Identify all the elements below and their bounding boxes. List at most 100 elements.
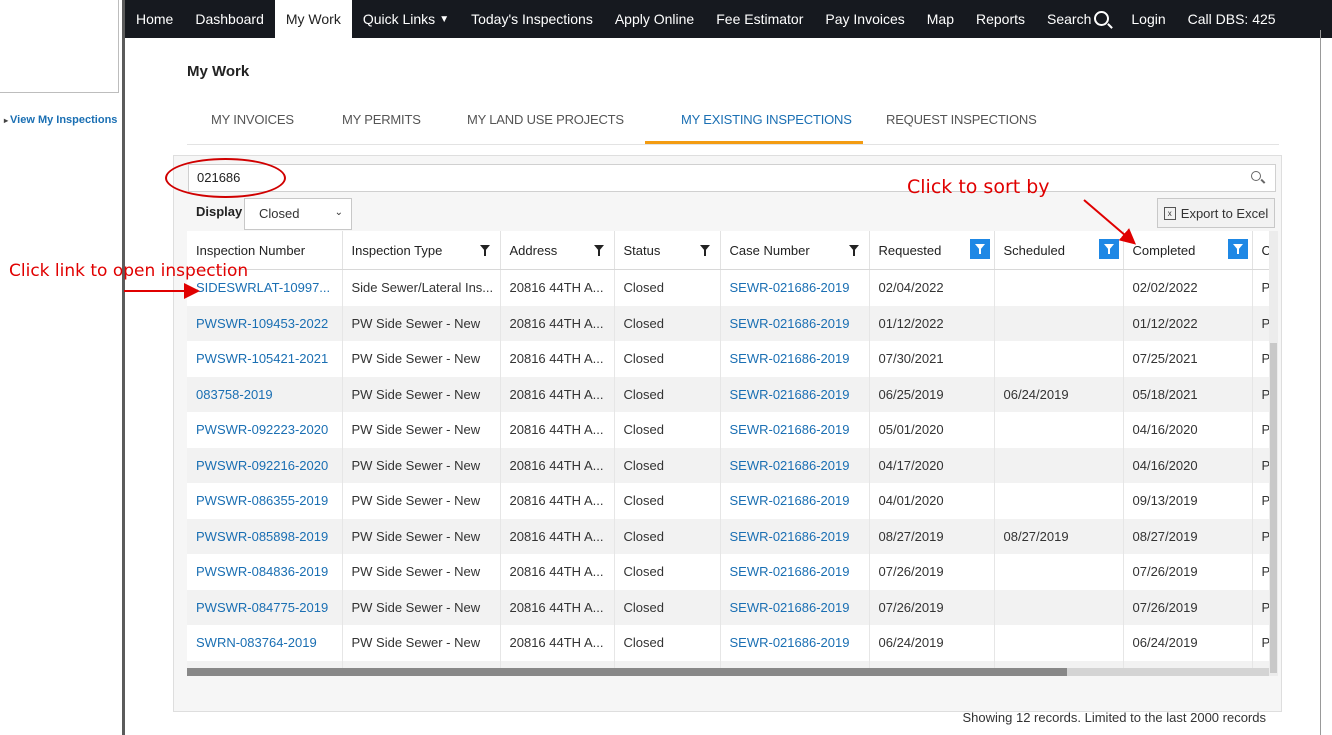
inspection-number-link[interactable]: SWRN-083764-2019 [187, 625, 343, 661]
table-cell: 01/12/2022 [1123, 305, 1253, 341]
display-select[interactable]: Closed ⌄ [244, 198, 352, 230]
nav-reports[interactable]: Reports [965, 0, 1036, 38]
caret-down-icon: ▼ [439, 13, 450, 25]
column-header-scheduled[interactable]: Scheduled [994, 231, 1124, 270]
view-my-inspections-link[interactable]: ▸ View My Inspections [4, 114, 117, 126]
column-header-requested[interactable]: Requested [869, 231, 995, 270]
search-icon[interactable] [1251, 171, 1261, 181]
tab-my-permits[interactable]: MY PERMITS [342, 112, 421, 127]
nav-my-work-label: My Work [285, 11, 341, 27]
view-my-inspections-label: View My Inspections [10, 114, 118, 126]
case-number-link[interactable]: SEWR-021686-2019 [720, 447, 870, 483]
export-to-excel-button[interactable]: x Export to Excel [1157, 198, 1275, 228]
table-row[interactable]: SIDESWRLAT-10997... Side Sewer/Lateral In… [187, 269, 1269, 306]
column-header-label: Inspection Type [351, 242, 443, 258]
table-cell: 07/30/2021 [869, 341, 995, 377]
inspection-number-link[interactable]: PWSWR-086355-2019 [187, 483, 343, 519]
inspection-number-link[interactable]: PWSWR-105421-2021 [187, 341, 343, 377]
table-row[interactable]: 083758-2019 PW Side Sewer - New 20816 44TH… [187, 376, 1269, 412]
vertical-scrollbar-thumb[interactable] [1270, 343, 1277, 673]
column-header-case-number[interactable]: Case Number [720, 231, 870, 270]
table-row[interactable]: PWSWR-084836-2019 PW Side Sewer - New 2081… [187, 554, 1269, 590]
inspection-number-link[interactable]: PWSWR-084836-2019 [187, 554, 343, 590]
search-highlight-oval [165, 158, 286, 198]
inspection-number-link[interactable]: PWSWR-092216-2020 [187, 447, 343, 483]
table-cell [994, 589, 1124, 625]
filter-icon[interactable] [848, 245, 859, 256]
nav-fee-estimator[interactable]: Fee Estimator [705, 0, 814, 38]
table-row[interactable]: SWRN-083764-2019 PW Side Sewer - New 20816… [187, 625, 1269, 661]
inspection-number-link[interactable]: PWSWR-109453-2022 [187, 305, 343, 341]
nav-todays-inspections[interactable]: Today's Inspections [460, 0, 604, 38]
active-filter-icon[interactable] [969, 239, 990, 259]
table-cell: 20816 44TH A... [500, 554, 615, 590]
case-number-link[interactable]: SEWR-021686-2019 [720, 483, 870, 519]
nav-call-dbs-label: Call DBS: 425 [1187, 11, 1276, 27]
table-body: SIDESWRLAT-10997... Side Sewer/Lateral In… [187, 269, 1269, 671]
filter-icon[interactable] [593, 245, 604, 256]
case-number-link[interactable]: SEWR-021686-2019 [720, 625, 870, 661]
column-header-status[interactable]: Status [614, 231, 721, 270]
inspection-number-link[interactable]: PWSWR-085898-2019 [187, 518, 343, 554]
table-cell: P [1252, 625, 1269, 661]
table-cell [994, 341, 1124, 377]
inspection-number-link[interactable]: 083758-2019 [187, 376, 343, 412]
tab-my-existing-inspections[interactable]: MY EXISTING INSPECTIONS [681, 112, 852, 127]
tab-my-land-use-projects[interactable]: MY LAND USE PROJECTS [467, 112, 624, 127]
page-title: My Work [187, 63, 250, 80]
nav-map[interactable]: Map [916, 0, 965, 38]
table-row[interactable]: PWSWR-086355-2019 PW Side Sewer - New 2081… [187, 483, 1269, 519]
column-header-inspection-type[interactable]: Inspection Type [342, 231, 501, 270]
table-row[interactable]: PWSWR-109453-2022 PW Side Sewer - New 2081… [187, 305, 1269, 341]
table-cell: Closed [614, 447, 721, 483]
search-field[interactable] [188, 164, 1276, 192]
table-row[interactable]: PWSWR-084775-2019 PW Side Sewer - New 2081… [187, 589, 1269, 625]
tab-request-inspections[interactable]: REQUEST INSPECTIONS [886, 112, 1037, 127]
nav-my-work[interactable]: My Work [274, 0, 352, 38]
table-row[interactable]: PWSWR-105421-2021 PW Side Sewer - New 2081… [187, 341, 1269, 377]
nav-call-dbs[interactable]: Call DBS: 425 [1177, 0, 1287, 38]
table-cell: Closed [614, 483, 721, 519]
table-cell [994, 483, 1124, 519]
nav-search[interactable]: Search [1036, 0, 1120, 38]
filter-icon[interactable] [699, 245, 710, 256]
table-cell: 09/13/2019 [1123, 483, 1253, 519]
filter-icon[interactable] [479, 245, 490, 256]
case-number-link[interactable]: SEWR-021686-2019 [720, 412, 870, 448]
active-filter-icon[interactable] [1227, 239, 1248, 259]
tab-bar: MY INVOICES MY PERMITS MY LAND USE PROJE… [187, 104, 1279, 145]
case-number-link[interactable]: SEWR-021686-2019 [720, 376, 870, 412]
table-cell: Closed [614, 376, 721, 412]
table-cell: 20816 44TH A... [500, 305, 615, 341]
table-cell: P [1252, 269, 1269, 306]
vertical-scrollbar[interactable] [1269, 231, 1278, 676]
horizontal-scrollbar-thumb[interactable] [187, 668, 1067, 676]
case-number-link[interactable]: SEWR-021686-2019 [720, 518, 870, 554]
inspection-number-link[interactable]: PWSWR-084775-2019 [187, 589, 343, 625]
case-number-link[interactable]: SEWR-021686-2019 [720, 269, 870, 306]
inspection-number-link[interactable]: PWSWR-092223-2020 [187, 412, 343, 448]
case-number-link[interactable]: SEWR-021686-2019 [720, 554, 870, 590]
chevron-down-icon: ⌄ [334, 207, 343, 218]
horizontal-scrollbar[interactable] [187, 668, 1269, 676]
column-header-c[interactable]: C [1252, 231, 1269, 270]
nav-dashboard[interactable]: Dashboard [184, 0, 275, 38]
nav-login[interactable]: Login [1120, 0, 1176, 38]
table-cell: 06/24/2019 [994, 376, 1124, 412]
table-cell: P [1252, 341, 1269, 377]
table-row[interactable]: PWSWR-092216-2020 PW Side Sewer - New 2081… [187, 447, 1269, 483]
nav-pay-invoices[interactable]: Pay Invoices [814, 0, 915, 38]
case-number-link[interactable]: SEWR-021686-2019 [720, 589, 870, 625]
nav-home[interactable]: Home [125, 0, 184, 38]
active-filter-icon[interactable] [1098, 239, 1119, 259]
table-cell: Closed [614, 269, 721, 306]
column-header-address[interactable]: Address [500, 231, 615, 270]
nav-apply-online[interactable]: Apply Online [604, 0, 705, 38]
case-number-link[interactable]: SEWR-021686-2019 [720, 341, 870, 377]
column-header-completed[interactable]: Completed [1123, 231, 1253, 270]
table-row[interactable]: PWSWR-092223-2020 PW Side Sewer - New 2081… [187, 412, 1269, 448]
nav-quick-links[interactable]: Quick Links ▼ [352, 0, 460, 38]
tab-my-invoices[interactable]: MY INVOICES [211, 112, 294, 127]
table-row[interactable]: PWSWR-085898-2019 PW Side Sewer - New 2081… [187, 518, 1269, 554]
case-number-link[interactable]: SEWR-021686-2019 [720, 305, 870, 341]
